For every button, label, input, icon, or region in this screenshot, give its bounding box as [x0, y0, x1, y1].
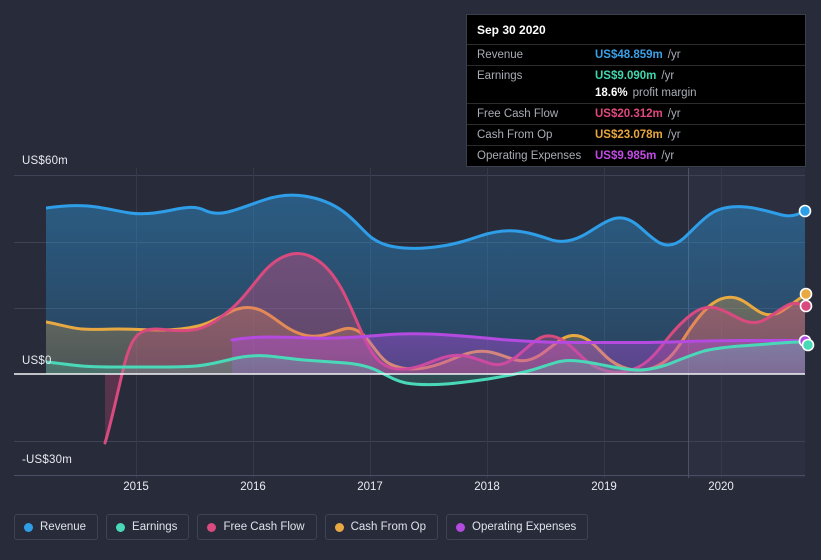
tooltip-row-profit-margin: 18.6% profit margin [467, 86, 805, 103]
tooltip-date: Sep 30 2020 [477, 23, 546, 37]
x-axis-label-2015: 2015 [123, 481, 149, 493]
tooltip-value-revenue: US$48.859m [595, 49, 663, 61]
legend-label-revenue: Revenue [40, 521, 87, 533]
tooltip-label-revenue: Revenue [477, 49, 524, 61]
operating-expenses-color-dot-icon [456, 522, 466, 532]
revenue-color-dot-icon [24, 522, 33, 532]
x-axis-label-2017: 2017 [357, 481, 383, 493]
earnings-color-dot-icon [116, 522, 126, 532]
tooltip-row-revenue: Revenue US$48.859m /yr [467, 44, 805, 65]
tooltip-unit-free-cash-flow: /yr [667, 108, 681, 120]
tooltip-unit-earnings: /yr [661, 70, 675, 82]
tooltip-value-earnings: US$9.090m [595, 70, 657, 82]
tooltip-label-free-cash-flow: Free Cash Flow [477, 108, 559, 120]
free-cash-flow-color-dot-icon [207, 522, 217, 532]
legend-label-free-cash-flow: Free Cash Flow [223, 521, 305, 533]
legend-item-cash-from-op[interactable]: Cash From Op [324, 514, 439, 540]
tooltip-unit-operating-expenses: /yr [661, 150, 675, 162]
revenue-endpoint-marker [798, 204, 812, 218]
tooltip-unit-revenue: /yr [667, 49, 681, 61]
tooltip-value-operating-expenses: US$9.985m [595, 150, 657, 162]
tooltip-value-free-cash-flow: US$20.312m [595, 108, 663, 120]
cash-from-op-color-dot-icon [334, 522, 344, 532]
y-axis-label-minus30m: -US$30m [22, 454, 72, 466]
x-axis-label-2020: 2020 [708, 481, 734, 493]
tooltip-label-operating-expenses: Operating Expenses [477, 150, 582, 162]
tooltip-unit-profit-margin: profit margin [632, 86, 697, 99]
tooltip-value-profit-margin: 18.6% [595, 86, 628, 99]
legend-label-cash-from-op: Cash From Op [350, 521, 427, 533]
chart-root: US$60m US$0 -US$30m 2015 2016 2017 2018 … [0, 0, 821, 560]
legend-item-revenue[interactable]: Revenue [14, 514, 99, 540]
legend-item-earnings[interactable]: Earnings [106, 514, 190, 540]
free-cash-flow-endpoint-marker [799, 299, 813, 313]
cash-from-op-endpoint-marker [799, 287, 813, 301]
x-axis-label-2016: 2016 [240, 481, 266, 493]
tooltip-row-free-cash-flow: Free Cash Flow US$20.312m /yr [467, 103, 805, 124]
chart-legend: Revenue Earnings Free Cash Flow Cash Fro… [14, 514, 589, 540]
tooltip-row-earnings: Earnings US$9.090m /yr [467, 65, 805, 86]
legend-label-operating-expenses: Operating Expenses [472, 521, 577, 533]
tooltip-row-operating-expenses: Operating Expenses US$9.985m /yr [467, 145, 805, 166]
x-axis-label-2019: 2019 [591, 481, 617, 493]
legend-item-free-cash-flow[interactable]: Free Cash Flow [197, 514, 317, 540]
tooltip-label-earnings: Earnings [477, 70, 523, 82]
tooltip-unit-cash-from-op: /yr [667, 129, 681, 141]
legend-item-operating-expenses[interactable]: Operating Expenses [446, 514, 589, 540]
earnings-endpoint-marker [801, 338, 815, 352]
tooltip-value-cash-from-op: US$23.078m [595, 129, 663, 141]
x-axis-label-2018: 2018 [474, 481, 500, 493]
tooltip-label-cash-from-op: Cash From Op [477, 129, 553, 141]
y-axis-label-60m: US$60m [22, 155, 68, 167]
y-axis-label-zero: US$0 [22, 355, 52, 367]
tooltip-row-cash-from-op: Cash From Op US$23.078m /yr [467, 124, 805, 145]
chart-tooltip: Sep 30 2020 Revenue US$48.859m /yr Earni… [466, 14, 806, 167]
legend-label-earnings: Earnings [132, 521, 178, 533]
